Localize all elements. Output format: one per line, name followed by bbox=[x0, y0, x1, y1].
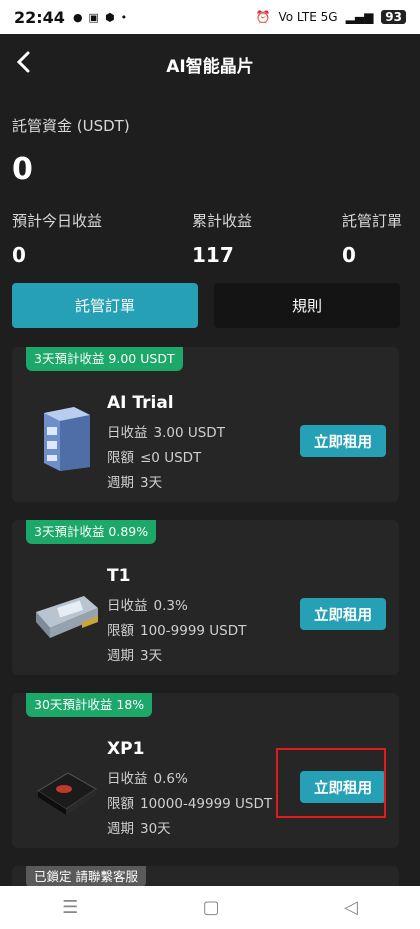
highlight-box bbox=[276, 748, 386, 818]
limit-row: 限額 100-9999 USDT bbox=[107, 619, 246, 639]
product-card: 3天預計收益 0.89% T1 日收益 0.3% 限額 100-9999 USDT … bbox=[12, 520, 399, 675]
product-name: XP1 bbox=[107, 739, 145, 759]
stat-today-income: 預計今日收益 0 bbox=[12, 210, 102, 267]
row-label: 週期 bbox=[107, 475, 134, 491]
row-value: 3天 bbox=[140, 475, 163, 491]
product-name: AI Trial bbox=[107, 393, 174, 413]
stat-label: 累計收益 bbox=[192, 212, 253, 230]
period-row: 週期 3天 bbox=[107, 644, 162, 664]
chat-icon: ● bbox=[72, 10, 83, 24]
alarm-icon: ⏰ bbox=[255, 10, 271, 24]
product-card: 3天預計收益 9.00 USDT AI Trial 日收益 3.00 USDT 限… bbox=[12, 347, 399, 502]
dot-icon: • bbox=[120, 10, 128, 24]
row-label: 週期 bbox=[107, 648, 134, 664]
daily-income-row: 日收益 3.00 USDT bbox=[107, 421, 225, 441]
tab-rules[interactable]: 規則 bbox=[214, 283, 400, 328]
notification-icons: ● ▣ ⬢ • bbox=[73, 11, 127, 24]
stat-label: 託管訂單 bbox=[342, 212, 403, 230]
row-value: 0.3% bbox=[153, 598, 188, 614]
back-nav-icon[interactable]: ◁ bbox=[344, 897, 358, 918]
signal-icon: ▂▄▆ bbox=[345, 10, 374, 24]
app-icon: ▣ bbox=[88, 10, 99, 24]
status-bar: 22:44 ● ▣ ⬢ • ⏰ Vo LTE 5G ▂▄▆ 93 bbox=[0, 0, 420, 34]
row-label: 限額 bbox=[107, 623, 134, 639]
row-label: 日收益 bbox=[107, 598, 148, 614]
stat-label: 預計今日收益 bbox=[12, 212, 103, 230]
row-value: 10000-49999 USDT bbox=[140, 796, 273, 812]
daily-income-row: 日收益 0.3% bbox=[107, 594, 188, 614]
row-value: 3.00 USDT bbox=[153, 425, 225, 441]
shield-icon: ⬢ bbox=[104, 10, 115, 24]
locked-product-card: 已鎖定 請聯繫客服 bbox=[12, 866, 399, 888]
period-row: 週期 30天 bbox=[107, 817, 171, 837]
stat-total-income: 累計收益 117 bbox=[192, 210, 252, 267]
product-name: T1 bbox=[107, 566, 131, 586]
battery-icon: 93 bbox=[381, 10, 406, 24]
signal-text: Vo LTE 5G bbox=[278, 10, 338, 24]
row-value: ≤0 USDT bbox=[140, 450, 202, 466]
row-label: 限額 bbox=[107, 796, 134, 812]
limit-row: 限額 ≤0 USDT bbox=[107, 446, 201, 466]
gpu-card-icon bbox=[36, 596, 98, 638]
managed-funds-label: 託管資金 (USDT) bbox=[12, 117, 130, 135]
rent-now-button[interactable]: 立即租用 bbox=[300, 425, 386, 457]
income-badge: 3天預計收益 0.89% bbox=[26, 520, 157, 544]
income-badge: 30天預計收益 18% bbox=[26, 693, 153, 717]
app-header: AI智能晶片 bbox=[0, 34, 420, 92]
server-icon bbox=[44, 407, 90, 471]
locked-badge: 已鎖定 請聯繫客服 bbox=[26, 866, 146, 888]
row-value: 100-9999 USDT bbox=[140, 623, 247, 639]
period-row: 週期 3天 bbox=[107, 471, 162, 491]
rent-now-button[interactable]: 立即租用 bbox=[300, 598, 386, 630]
menu-icon[interactable]: ☰ bbox=[62, 897, 78, 918]
page-title: AI智能晶片 bbox=[166, 57, 254, 77]
row-value: 0.6% bbox=[153, 771, 188, 787]
limit-row: 限額 10000-49999 USDT bbox=[107, 792, 272, 812]
row-label: 週期 bbox=[107, 821, 134, 837]
system-icons: ⏰ Vo LTE 5G ▂▄▆ 93 bbox=[256, 10, 406, 24]
home-icon[interactable]: ▢ bbox=[203, 897, 220, 918]
stat-value: 0 bbox=[12, 243, 26, 267]
chip-icon bbox=[37, 772, 97, 815]
tab-managed-orders[interactable]: 託管訂單 bbox=[12, 283, 198, 328]
managed-funds-value: 0 bbox=[12, 152, 33, 187]
row-label: 日收益 bbox=[107, 425, 148, 441]
daily-income-row: 日收益 0.6% bbox=[107, 767, 188, 787]
income-badge: 3天預計收益 9.00 USDT bbox=[26, 347, 183, 371]
row-label: 限額 bbox=[107, 450, 134, 466]
status-time: 22:44 bbox=[14, 7, 65, 27]
stat-managed-orders: 託管訂單 0 bbox=[342, 210, 402, 267]
row-value: 30天 bbox=[140, 821, 171, 837]
stat-value: 0 bbox=[342, 243, 356, 267]
row-label: 日收益 bbox=[107, 771, 148, 787]
system-nav-bar: ☰ ▢ ◁ bbox=[0, 886, 420, 929]
row-value: 3天 bbox=[140, 648, 163, 664]
stat-value: 117 bbox=[192, 243, 234, 267]
